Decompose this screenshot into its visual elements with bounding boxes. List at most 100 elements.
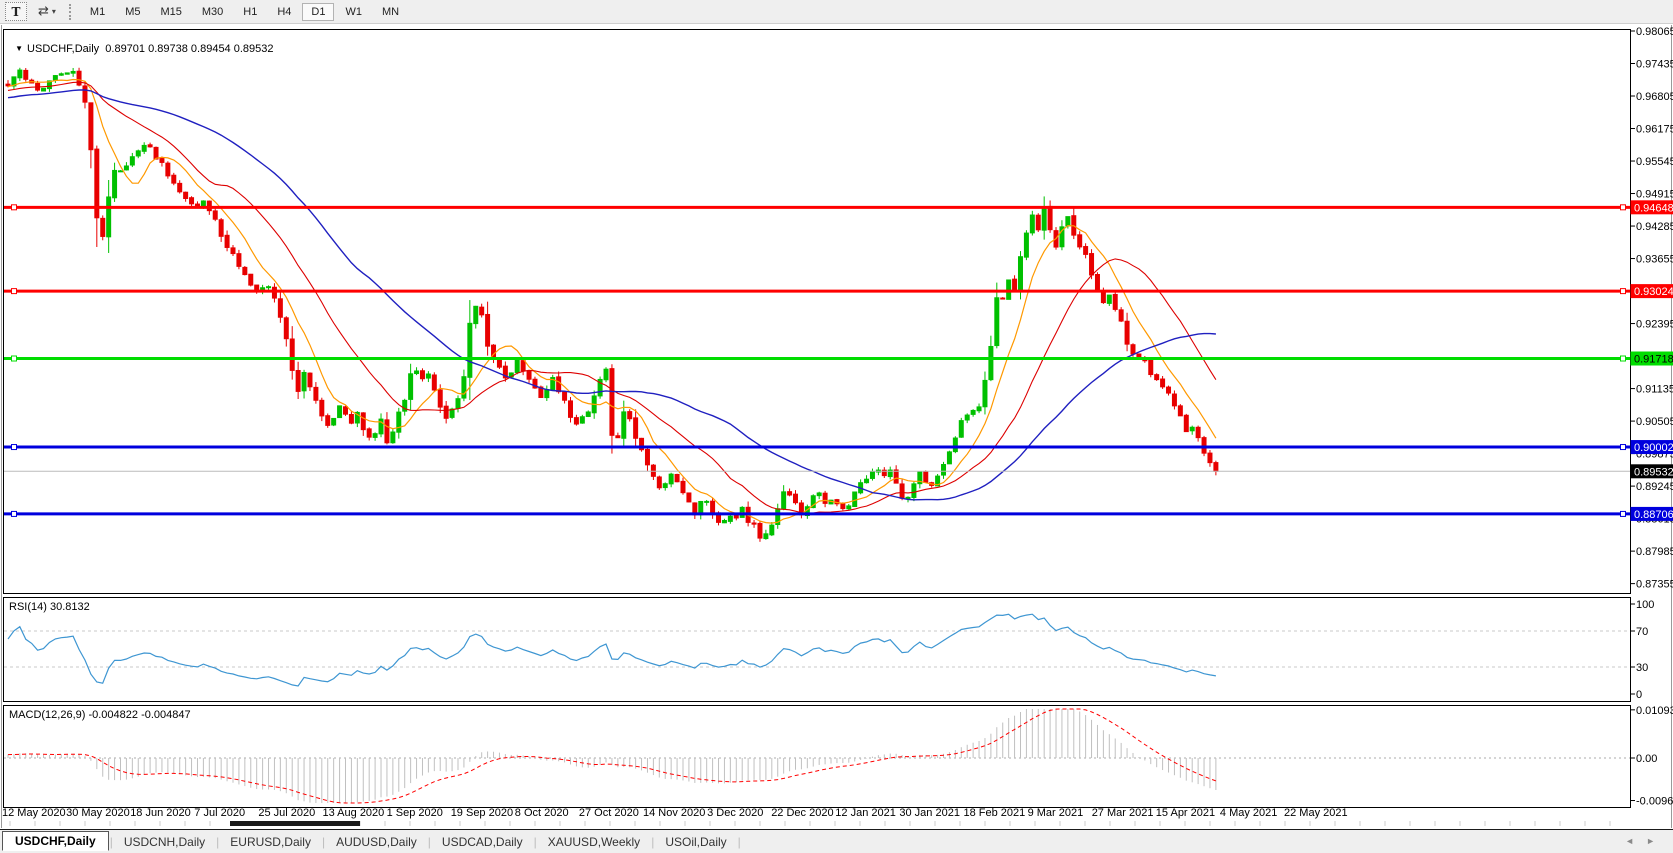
date-axis-label: 7 Jul 2020 — [194, 807, 245, 819]
bull-candle-body — [130, 157, 134, 165]
bear-candle-body — [343, 407, 347, 414]
bull-candle-body — [906, 497, 910, 498]
bear-candle-body — [788, 492, 792, 495]
chart-tab-eurusd[interactable]: EURUSD,Daily — [220, 832, 321, 852]
bear-candle-body — [249, 274, 253, 285]
cycle-charts-button[interactable]: ⇄ ▾ — [35, 2, 59, 21]
level-line-handle — [1621, 356, 1626, 361]
date-axis-label: 22 May 2021 — [1284, 807, 1348, 819]
bear-candle-body — [645, 449, 649, 464]
bear-candle-body — [924, 472, 928, 483]
bear-candle-body — [1001, 298, 1005, 299]
bull-candle-body — [722, 520, 726, 522]
bear-candle-body — [900, 484, 904, 498]
chart-tab-usdchf[interactable]: USDCHF,Daily — [2, 831, 109, 851]
level-line-handle — [12, 511, 17, 516]
bear-candle-body — [1125, 321, 1129, 344]
bull-candle-body — [474, 306, 478, 323]
price-axis-label: 0.97435 — [1636, 59, 1673, 71]
bull-candle-body — [995, 298, 999, 346]
bear-candle-body — [574, 418, 578, 424]
bull-candle-body — [870, 472, 874, 479]
date-axis-label: 13 Aug 2020 — [323, 807, 385, 819]
level-price-tag-label: 0.88706 — [1634, 509, 1673, 521]
bear-candle-body — [166, 163, 170, 176]
bull-candle-body — [971, 410, 975, 414]
chart-tab-audusd[interactable]: AUDUSD,Daily — [326, 832, 427, 852]
rsi-axis-label: 30 — [1636, 662, 1648, 674]
text-tool-button[interactable]: T — [5, 2, 27, 21]
price-axis-label: 0.96175 — [1636, 124, 1673, 136]
bull-candle-body — [302, 372, 306, 390]
scrollbar-thumb[interactable] — [230, 821, 360, 826]
timeframe-button-d1[interactable]: D1 — [302, 3, 334, 21]
date-axis-label: 15 Apr 2021 — [1156, 807, 1215, 819]
bear-candle-body — [1084, 247, 1088, 255]
price-axis-label: 0.90505 — [1636, 416, 1673, 428]
timeframe-button-h4[interactable]: H4 — [268, 3, 300, 21]
timeframe-button-m1[interactable]: M1 — [81, 3, 114, 21]
chart-tab-xauusd[interactable]: XAUUSD,Weekly — [538, 832, 650, 852]
bear-candle-body — [1137, 354, 1141, 357]
price-axis-label: 0.94285 — [1636, 221, 1673, 233]
collapse-arrow-icon[interactable]: ▼ — [15, 44, 23, 53]
bull-candle-body — [782, 492, 786, 509]
bull-candle-body — [456, 399, 460, 409]
timeframe-buttons: M1M5M15M30H1H4D1W1MN — [81, 3, 410, 21]
bull-candle-body — [770, 525, 774, 535]
bull-candle-body — [912, 484, 916, 498]
bear-candle-body — [326, 416, 330, 426]
level-line-handle — [1621, 205, 1626, 210]
bull-candle-body — [124, 166, 128, 170]
bear-candle-body — [237, 254, 241, 267]
rsi-axis-label: 100 — [1636, 599, 1654, 611]
tab-scroll-arrows[interactable]: ◄► — [1625, 836, 1667, 846]
bear-candle-body — [711, 501, 715, 514]
timeframe-button-h1[interactable]: H1 — [234, 3, 266, 21]
level-price-tag-label: 0.90002 — [1634, 442, 1673, 454]
date-axis-label: 30 May 2020 — [66, 807, 130, 819]
bull-candle-body — [332, 418, 336, 425]
chart-tab-usdcnh[interactable]: USDCNH,Daily — [114, 832, 215, 852]
cycle-arrows-icon: ⇄ — [38, 4, 49, 19]
bull-candle-body — [1042, 207, 1046, 231]
date-axis-label: 18 Feb 2021 — [964, 807, 1026, 819]
date-axis-label: 12 Jan 2021 — [835, 807, 896, 819]
bull-candle-body — [669, 474, 673, 484]
price-axis-label: 0.98065 — [1636, 26, 1673, 38]
bear-candle-body — [610, 369, 614, 436]
bull-candle-body — [1024, 233, 1028, 257]
tab-separator: | — [322, 835, 325, 849]
tab-separator: | — [216, 835, 219, 849]
bear-candle-body — [521, 361, 525, 371]
bear-candle-body — [1113, 294, 1117, 309]
timeframe-button-mn[interactable]: MN — [373, 3, 408, 21]
bull-candle-body — [545, 390, 549, 398]
bear-candle-body — [1090, 254, 1094, 275]
bear-candle-body — [1167, 387, 1171, 393]
bear-candle-body — [557, 377, 561, 392]
bull-candle-body — [515, 360, 519, 372]
chart-canvas[interactable]: 0.980650.974350.968050.961750.955450.949… — [0, 0, 1673, 853]
timeframe-button-m5[interactable]: M5 — [116, 3, 149, 21]
timeframe-button-m30[interactable]: M30 — [193, 3, 232, 21]
bull-candle-body — [1107, 295, 1111, 303]
bull-candle-body — [622, 412, 626, 438]
chart-tab-usoil[interactable]: USOil,Daily — [655, 832, 736, 852]
bear-candle-body — [793, 494, 797, 503]
chart-tab-usdcad[interactable]: USDCAD,Daily — [432, 832, 533, 852]
tab-scroll-right-icon[interactable]: ► — [1646, 836, 1667, 846]
date-axis-label: 22 Dec 2020 — [771, 807, 833, 819]
bull-candle-body — [397, 412, 401, 432]
bull-candle-body — [604, 369, 608, 380]
price-axis-label: 0.87985 — [1636, 546, 1673, 558]
tab-scroll-left-icon[interactable]: ◄ — [1625, 836, 1646, 846]
bear-candle-body — [1155, 375, 1159, 380]
timeframe-button-m15[interactable]: M15 — [151, 3, 190, 21]
bear-candle-body — [841, 504, 845, 509]
rsi-indicator-label: RSI(14) 30.8132 — [9, 601, 90, 613]
bear-candle-body — [361, 413, 365, 430]
timeframe-button-w1[interactable]: W1 — [336, 3, 371, 21]
price-axis-label: 0.95545 — [1636, 156, 1673, 168]
bear-candle-body — [77, 71, 81, 85]
